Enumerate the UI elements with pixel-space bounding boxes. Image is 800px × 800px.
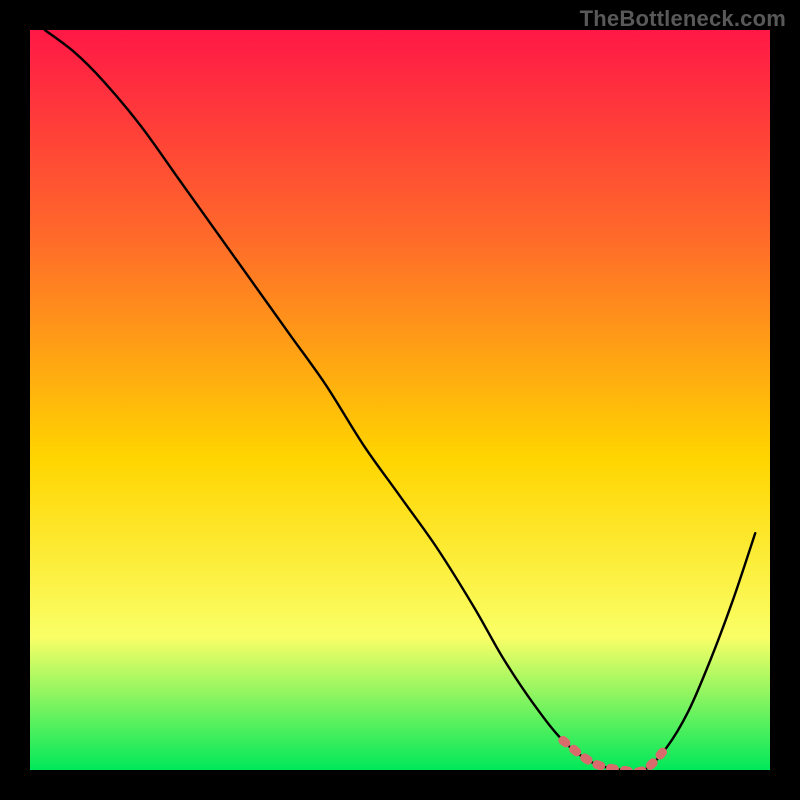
chart-frame: TheBottleneck.com [0, 0, 800, 800]
watermark-text: TheBottleneck.com [580, 6, 786, 32]
bottleneck-chart [0, 0, 800, 800]
gradient-background [30, 30, 770, 770]
